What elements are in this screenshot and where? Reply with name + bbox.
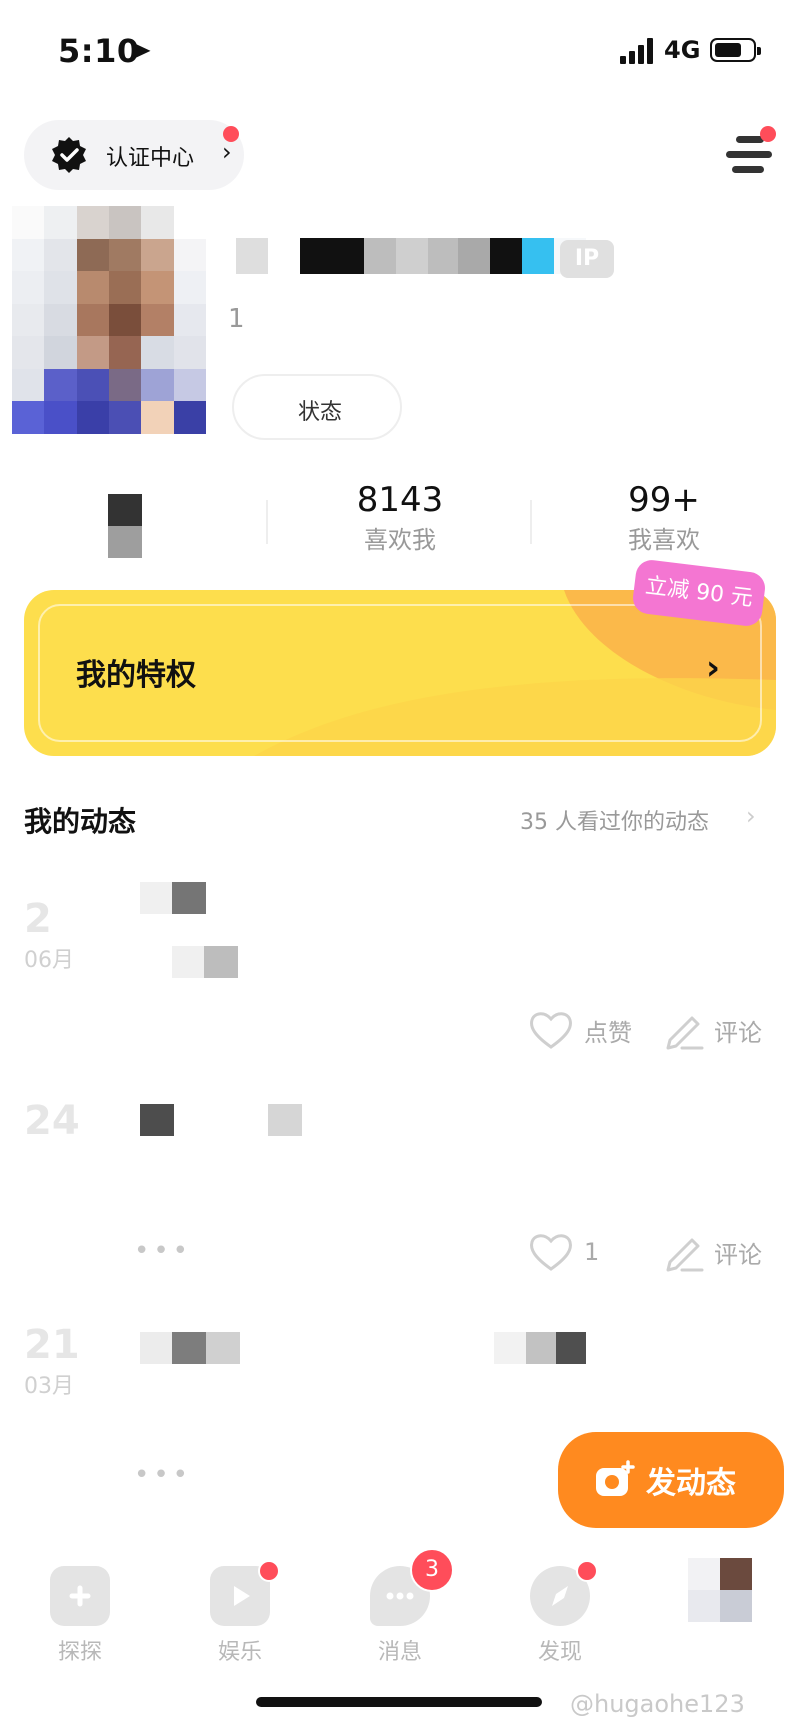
compass-icon — [530, 1560, 598, 1626]
post-content-redacted — [172, 946, 238, 978]
pen-icon — [666, 1016, 704, 1050]
like-button[interactable]: 点赞 — [528, 1010, 632, 1050]
post-day: 21 — [24, 1322, 80, 1368]
tab-messages[interactable]: 3 消息 — [340, 1548, 460, 1666]
chevron-right-icon: › — [705, 648, 720, 688]
heart-icon — [530, 1012, 572, 1049]
comment-button[interactable]: 评论 — [664, 1232, 762, 1272]
divider — [266, 500, 268, 544]
tab-label: 探探 — [57, 1640, 102, 1665]
notification-dot — [258, 1560, 280, 1582]
like-button[interactable]: 1 — [528, 1232, 599, 1272]
stat-value: 8143 — [356, 480, 444, 520]
ip-badge: IP — [560, 240, 614, 278]
post-month: 03月 — [24, 1374, 74, 1399]
post-content-redacted — [268, 1104, 302, 1136]
tab-tantan[interactable]: 探探 — [20, 1566, 140, 1666]
divider — [530, 500, 532, 544]
signal-icon — [620, 38, 656, 64]
tab-label: 娱乐 — [217, 1640, 262, 1665]
post-content-redacted — [140, 882, 206, 914]
tab-label: 发现 — [537, 1640, 582, 1665]
verified-badge-icon — [52, 137, 86, 173]
cert-center-label: 认证中心 — [106, 146, 195, 171]
cert-center-button[interactable]: 认证中心 › — [24, 120, 244, 190]
like-count: 1 — [584, 1238, 600, 1266]
notification-dot — [576, 1560, 598, 1582]
comment-label: 评论 — [714, 1240, 762, 1269]
stat-redacted[interactable] — [108, 494, 142, 558]
location-arrow-icon: ➤ — [130, 36, 152, 66]
post-date: 24 — [24, 1098, 80, 1144]
stat-i-liked[interactable]: 99+ 我喜欢 — [574, 480, 754, 555]
moments-title: 我的动态 — [24, 805, 137, 838]
chevron-right-icon: › — [746, 802, 756, 830]
battery-icon — [710, 38, 761, 62]
post-date: 21 03月 — [24, 1322, 80, 1400]
comment-button[interactable]: 评论 — [664, 1010, 762, 1050]
pen-icon — [666, 1238, 704, 1272]
moments-views-link[interactable]: 35 人看过你的动态 — [520, 804, 709, 836]
more-options-icon[interactable]: ••• — [134, 1236, 192, 1266]
post-content-redacted — [140, 1104, 174, 1136]
post-month: 06月 — [24, 948, 74, 973]
notification-dot — [223, 126, 239, 142]
notification-dot — [760, 126, 776, 142]
username-redacted — [236, 238, 616, 274]
play-icon — [210, 1560, 280, 1626]
status-bar: 5:10 ➤ 4G — [0, 0, 800, 100]
chat-icon: 3 — [370, 1548, 454, 1626]
stat-liked-me[interactable]: 8143 喜欢我 — [310, 480, 490, 555]
tab-discover[interactable]: 发现 — [500, 1560, 620, 1666]
post-moment-button[interactable]: 发动态 — [558, 1432, 784, 1528]
heart-icon — [530, 1234, 572, 1271]
privilege-title: 我的特权 — [76, 658, 196, 693]
post-day: 2 — [24, 896, 52, 942]
tab-label: 消息 — [377, 1640, 422, 1665]
avatar[interactable] — [12, 206, 206, 434]
chevron-right-icon: › — [222, 138, 232, 166]
stat-label: 我喜欢 — [628, 526, 700, 554]
post-date: 2 06月 — [24, 896, 74, 974]
post-content-redacted — [140, 1332, 240, 1364]
status-button[interactable]: 状态 — [232, 374, 402, 440]
comment-label: 评论 — [714, 1018, 762, 1047]
unread-badge: 3 — [410, 1548, 454, 1592]
home-indicator — [256, 1697, 542, 1707]
post-day: 24 — [24, 1098, 80, 1144]
stat-label: 喜欢我 — [364, 526, 436, 554]
tab-entertainment[interactable]: 娱乐 — [180, 1560, 300, 1666]
profile-subtext: 1 — [228, 304, 245, 334]
like-label: 点赞 — [584, 1018, 632, 1047]
stat-value: 99+ — [628, 480, 700, 520]
post-moment-label: 发动态 — [646, 1466, 736, 1501]
tab-me-avatar[interactable] — [688, 1558, 752, 1622]
status-time: 5:10 — [58, 32, 140, 70]
post-content-redacted — [494, 1332, 586, 1364]
status-label: 状态 — [298, 400, 343, 425]
camera-plus-icon — [596, 1460, 635, 1496]
cards-icon — [50, 1566, 110, 1626]
network-type: 4G — [664, 36, 701, 64]
more-options-icon[interactable]: ••• — [134, 1460, 192, 1490]
watermark: @hugaohe123 — [570, 1690, 745, 1718]
